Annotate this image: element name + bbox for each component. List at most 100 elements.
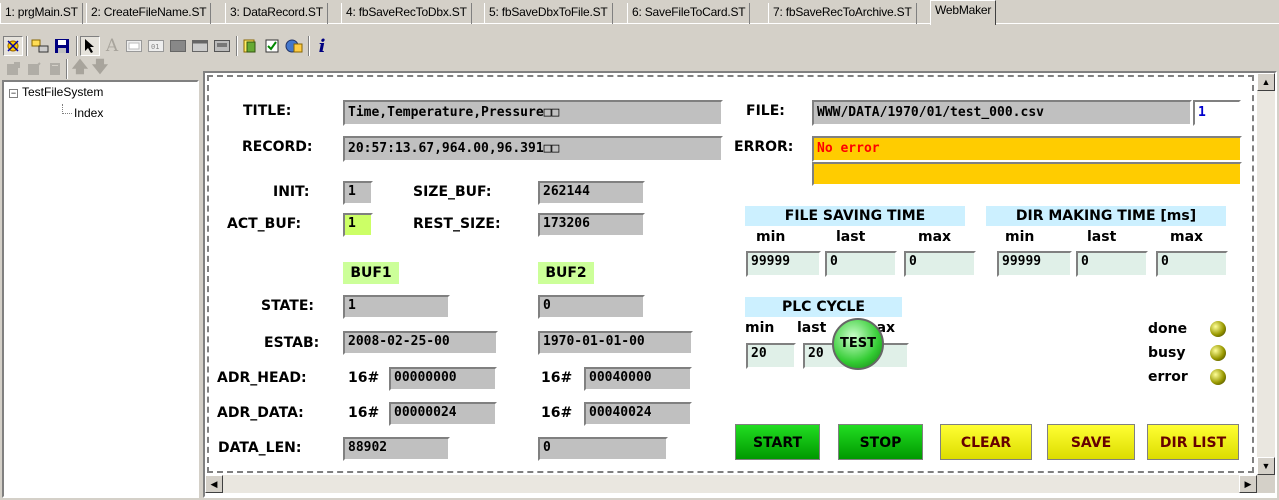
adr-data-buf1-prefix: 16# xyxy=(348,405,380,421)
estab-buf1-field: 2008-02-25-00 xyxy=(343,331,498,355)
tab-webmaker[interactable]: WebMaker xyxy=(930,0,997,25)
text-tool-icon[interactable]: A xyxy=(102,36,122,56)
data-len-buf1-field: 88902 xyxy=(343,437,450,461)
tab-datarecord[interactable]: 3: DataRecord.ST xyxy=(225,3,328,24)
move-up-icon[interactable]: 🡅 xyxy=(70,59,90,79)
init-label: INIT: xyxy=(273,184,310,200)
busy-led-icon xyxy=(1210,345,1226,361)
move-down-icon[interactable]: 🡇 xyxy=(90,59,110,79)
collapse-icon[interactable]: − xyxy=(9,89,18,98)
tree-item-testfilesystem[interactable]: TestFileSystem xyxy=(22,85,103,99)
test-button[interactable]: TEST xyxy=(832,318,884,370)
adr-head-label: ADR_HEAD: xyxy=(217,370,307,386)
page-icon[interactable] xyxy=(45,59,65,79)
tab-fbsavedbxtofile[interactable]: 5: fbSaveDbxToFile.ST xyxy=(484,3,613,24)
tab-savefiletocard[interactable]: 6: SaveFileToCard.ST xyxy=(627,3,751,24)
buf1-header: BUF1 xyxy=(343,262,399,284)
dir-making-last-label: last xyxy=(1087,229,1117,245)
adr-head-buf1-field: 00000000 xyxy=(389,367,497,391)
save-button[interactable]: SAVE xyxy=(1047,424,1135,460)
start-button[interactable]: START xyxy=(735,424,820,460)
file-saving-min-label: min xyxy=(756,229,786,245)
info-icon[interactable]: i xyxy=(312,36,332,57)
numeric-tool-icon[interactable]: 01 xyxy=(146,36,166,56)
page-tree: − TestFileSystem Index xyxy=(2,80,199,498)
insert-page-icon[interactable] xyxy=(3,59,23,79)
error-field: No error xyxy=(812,136,1242,162)
adr-head-buf1-prefix: 16# xyxy=(348,370,380,386)
plc-cycle-min-label: min xyxy=(745,320,775,336)
adr-data-buf1-field: 00000024 xyxy=(389,402,497,426)
title-field: Time,Temperature,Pressure□□ xyxy=(343,100,723,126)
busy-label: busy xyxy=(1148,345,1186,361)
vertical-scrollbar[interactable]: ▲ ▼ xyxy=(1257,73,1275,475)
adr-head-buf2-field: 00040000 xyxy=(584,367,692,391)
record-label: RECORD: xyxy=(242,139,313,155)
error-led-icon xyxy=(1210,369,1226,385)
scroll-down-icon[interactable]: ▼ xyxy=(1257,457,1275,475)
file-saving-max-label: max xyxy=(918,229,952,245)
init-field: 1 xyxy=(343,181,373,205)
done-label: done xyxy=(1148,321,1188,337)
dir-making-max-field: 0 xyxy=(1156,251,1228,277)
error-status-label: error xyxy=(1148,369,1188,385)
size-buf-field: 262144 xyxy=(538,181,645,205)
file-saving-last-field: 0 xyxy=(825,251,897,277)
horizontal-scrollbar[interactable]: ◀ ▶ xyxy=(205,475,1257,493)
dir-making-time-header: DIR MAKING TIME [ms] xyxy=(986,206,1226,226)
bar-tool-icon[interactable] xyxy=(168,36,188,56)
plc-cycle-min-field: 20 xyxy=(746,343,796,369)
adr-data-buf2-field: 00040024 xyxy=(584,402,692,426)
file-label: FILE: xyxy=(746,103,785,119)
tab-fbsaverectodbx[interactable]: 4: fbSaveRecToDbx.ST xyxy=(341,3,472,24)
checklist-icon[interactable] xyxy=(262,36,282,56)
compile-icon[interactable] xyxy=(30,36,50,56)
done-led-icon xyxy=(1210,321,1226,337)
state-buf1-field: 1 xyxy=(343,295,450,319)
tab-fbsaverectoarchive[interactable]: 7: fbSaveRecToArchive.ST xyxy=(768,3,917,24)
dir-making-last-field: 0 xyxy=(1076,251,1148,277)
error-label: ERROR: xyxy=(734,139,794,155)
dir-list-button[interactable]: DIR LIST xyxy=(1147,424,1239,460)
save-icon[interactable] xyxy=(52,36,72,56)
state-label: STATE: xyxy=(261,298,315,314)
rest-size-label: REST_SIZE: xyxy=(413,216,501,232)
book-icon[interactable] xyxy=(240,36,260,56)
data-len-buf2-field: 0 xyxy=(538,437,668,461)
stop-button[interactable]: STOP xyxy=(838,424,923,460)
field-tool-icon[interactable] xyxy=(124,36,144,56)
file-saving-min-field: 99999 xyxy=(746,251,821,277)
file-field: WWW/DATA/1970/01/test_000.csv xyxy=(812,100,1192,126)
estab-label: ESTAB: xyxy=(264,335,320,351)
adr-data-buf2-prefix: 16# xyxy=(541,405,573,421)
act-buf-field: 1 xyxy=(343,213,373,237)
scroll-right-icon[interactable]: ▶ xyxy=(1239,475,1257,493)
scroll-left-icon[interactable]: ◀ xyxy=(205,475,223,493)
data-len-label: DATA_LEN: xyxy=(218,440,302,456)
tab-prgmain[interactable]: 1: prgMain.ST xyxy=(0,3,83,24)
file-saving-max-field: 0 xyxy=(904,251,976,277)
file-index-field: 1 xyxy=(1193,100,1241,126)
title-label: TITLE: xyxy=(243,103,292,119)
file-saving-last-label: last xyxy=(836,229,866,245)
buf2-header: BUF2 xyxy=(538,262,594,284)
debug-icon[interactable] xyxy=(3,36,23,56)
clear-button[interactable]: CLEAR xyxy=(940,424,1032,460)
transfer-icon[interactable] xyxy=(284,36,304,56)
size-buf-label: SIZE_BUF: xyxy=(413,184,492,200)
frame-tool-icon[interactable] xyxy=(212,36,232,56)
plc-cycle-last-label: last xyxy=(797,320,827,336)
estab-buf2-field: 1970-01-01-00 xyxy=(538,331,693,355)
window-tool-icon[interactable] xyxy=(190,36,210,56)
scroll-up-icon[interactable]: ▲ xyxy=(1257,73,1275,91)
tree-item-index[interactable]: Index xyxy=(74,106,103,120)
plc-cycle-header: PLC CYCLE xyxy=(745,297,902,317)
edit-page-icon[interactable] xyxy=(24,59,44,79)
record-field: 20:57:13.67,964.00,96.391□□ xyxy=(343,136,723,162)
pointer-icon[interactable] xyxy=(80,36,100,56)
file-saving-time-header: FILE SAVING TIME xyxy=(745,206,965,226)
error-field-2 xyxy=(812,162,1242,186)
adr-head-buf2-prefix: 16# xyxy=(541,370,573,386)
tab-createfilename[interactable]: 2: CreateFileName.ST xyxy=(86,3,212,24)
act-buf-label: ACT_BUF: xyxy=(227,216,302,232)
